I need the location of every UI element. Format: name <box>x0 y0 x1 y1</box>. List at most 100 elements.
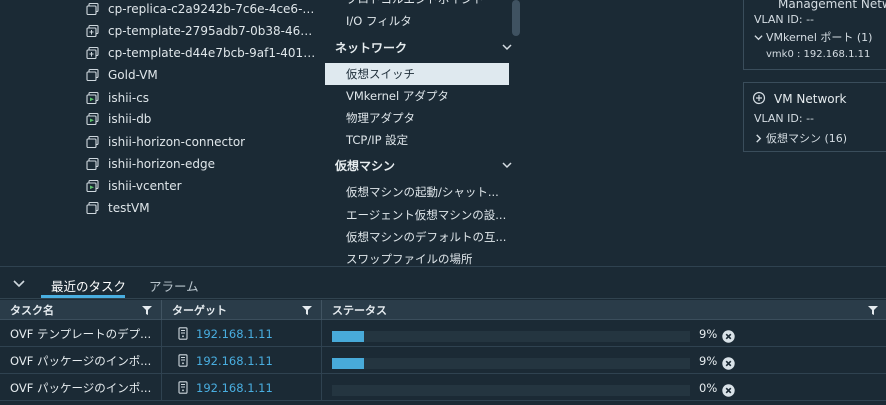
recent-tasks-panel: 最近のタスク アラーム タスク名 ターゲット ステータス OVF テンプレートの… <box>0 266 886 405</box>
column-target-label: ターゲット <box>172 304 227 317</box>
vm-tree-item[interactable]: ishii-horizon-connector <box>86 131 245 153</box>
configure-menu: プロトコルエンドポイント I/O フィルタネットワーク仮想スイッチ VMkernel… <box>325 0 513 266</box>
vm-template-icon <box>86 24 100 38</box>
collapse-panel-icon[interactable] <box>12 276 26 290</box>
task-row[interactable]: OVF パッケージのインポ... 192.168.1.11 0% <box>0 374 886 401</box>
task-row[interactable]: OVF テンプレートのデプ... 192.168.1.11 9% <box>0 320 886 347</box>
task-name-cell: OVF テンプレートのデプ... <box>0 320 162 347</box>
menu-item[interactable]: 仮想マシンの起動/シャット... <box>325 181 509 203</box>
menu-scrollbar[interactable] <box>512 0 520 36</box>
management-network-card[interactable]: Management Network VLAN ID: -- VMkernel … <box>743 0 886 70</box>
menu-section-header[interactable]: 仮想マシン <box>335 153 513 177</box>
cancel-task-icon[interactable] <box>722 328 735 343</box>
menu-item-label: 仮想スイッチ <box>346 67 415 81</box>
target-host-link[interactable]: 192.168.1.11 <box>196 381 273 395</box>
vm-tree-item-label: Gold-VM <box>108 68 158 82</box>
menu-item[interactable]: 仮想マシンのデフォルトの互... <box>325 226 509 248</box>
host-icon <box>178 354 188 367</box>
task-progress-bar <box>332 331 690 342</box>
menu-section-label: 仮想マシン <box>335 158 396 173</box>
task-progress-bar <box>332 385 690 396</box>
column-status[interactable]: ステータス <box>322 300 886 320</box>
vm-tree-item[interactable]: ishii-horizon-edge <box>86 153 215 175</box>
cancel-task-icon[interactable] <box>722 382 735 397</box>
task-row[interactable]: OVF パッケージのインポ... 192.168.1.11 9% <box>0 347 886 374</box>
vm-tree-item[interactable]: ishii-vcenter <box>86 175 182 197</box>
vm-tree-item[interactable]: cp-replica-c2a9242b-7c6e-4ce6-8f6... <box>86 0 318 20</box>
menu-section-header[interactable]: ネットワーク <box>335 35 513 59</box>
vmkernel-ports-label: VMkernel ポート (1) <box>766 31 873 44</box>
task-progress-percent: 9% <box>699 326 718 341</box>
vm-tree-item[interactable]: cp-template-d44e7bcb-9af1-4019-b2... <box>86 42 318 64</box>
chevron-down-icon <box>501 41 513 53</box>
menu-item-label: スワップファイルの場所 <box>346 252 473 266</box>
vlan-id-label: VLAN ID: -- <box>754 112 815 125</box>
vmk-address: vmk0 : 192.168.1.11 <box>766 49 871 60</box>
vmkernel-ports-toggle[interactable]: VMkernel ポート (1) <box>754 29 872 45</box>
vm-powered-on-icon <box>86 179 100 193</box>
menu-item[interactable]: I/O フィルタ <box>325 10 509 32</box>
vm-icon <box>86 201 100 215</box>
vm-tree-item-label: cp-template-d44e7bcb-9af1-4019-b2... <box>108 46 318 60</box>
chevron-right-icon <box>756 133 762 143</box>
vm-tree-item[interactable]: ishii-db <box>86 108 151 130</box>
vm-tree-item[interactable]: testVM <box>86 197 150 219</box>
vm-tree-item[interactable]: cp-template-2795adb7-0b38-46d2-9... <box>86 20 318 42</box>
menu-item-label: プロトコルエンドポイント <box>346 0 484 7</box>
vm-network-card[interactable]: VM Network VLAN ID: -- 仮想マシン (16) <box>743 82 886 152</box>
active-tab-indicator <box>41 295 125 298</box>
vm-template-icon <box>86 46 100 60</box>
tab-recent-tasks[interactable]: 最近のタスク <box>51 276 126 295</box>
chevron-down-icon <box>501 159 513 171</box>
vm-icon <box>86 157 100 171</box>
vm-tree-item-label: cp-replica-c2a9242b-7c6e-4ce6-8f6... <box>108 2 318 16</box>
tab-alarms[interactable]: アラーム <box>149 276 199 295</box>
target-host-link[interactable]: 192.168.1.11 <box>196 354 273 368</box>
column-target[interactable]: ターゲット <box>162 300 322 320</box>
menu-item-label: エージェント仮想マシンの設... <box>346 208 507 222</box>
network-title: VM Network <box>774 92 847 106</box>
menu-item-label: VMkernel アダプタ <box>346 89 449 103</box>
menu-item[interactable]: 仮想スイッチ <box>325 63 509 85</box>
task-progress-bar <box>332 358 690 369</box>
filter-icon[interactable] <box>302 305 312 315</box>
target-host-link[interactable]: 192.168.1.11 <box>196 327 273 341</box>
vm-tree-item-label: ishii-vcenter <box>108 179 182 193</box>
vlan-id-label: VLAN ID: -- <box>754 13 815 26</box>
virtual-machines-toggle[interactable]: 仮想マシン (16) <box>754 130 847 146</box>
task-progress-percent: 9% <box>699 353 718 368</box>
menu-item[interactable]: TCP/IP 設定 <box>325 129 509 151</box>
task-progress-fill <box>332 331 365 342</box>
filter-icon[interactable] <box>142 305 152 315</box>
virtual-machines-label: 仮想マシン (16) <box>766 132 848 145</box>
menu-item-label: I/O フィルタ <box>346 14 412 28</box>
cancel-task-icon[interactable] <box>722 355 735 370</box>
menu-item[interactable]: VMkernel アダプタ <box>325 85 509 107</box>
vm-tree-item-label: cp-template-2795adb7-0b38-46d2-9... <box>108 24 318 38</box>
chevron-down-icon <box>754 34 763 40</box>
vm-tree-item[interactable]: Gold-VM <box>86 64 158 86</box>
vm-inventory-tree: cp-replica-c2a9242b-7c6e-4ce6-8f6... cp-t… <box>0 0 318 266</box>
menu-item[interactable]: 物理アダプタ <box>325 107 509 129</box>
vm-icon <box>86 2 100 16</box>
menu-item-label: TCP/IP 設定 <box>346 133 409 147</box>
task-progress-fill <box>332 358 365 369</box>
vm-tree-item-label: ishii-horizon-edge <box>108 157 215 171</box>
menu-item-label: 物理アダプタ <box>346 111 415 125</box>
vm-tree-item-label: ishii-db <box>108 112 152 126</box>
host-icon <box>178 381 188 394</box>
network-icon <box>752 91 766 105</box>
vm-tree-item-label: ishii-horizon-connector <box>108 135 246 149</box>
vm-powered-on-icon <box>86 112 100 126</box>
vm-tree-item-label: ishii-cs <box>108 91 150 105</box>
task-target-cell: 192.168.1.11 <box>162 320 322 347</box>
vm-powered-on-icon <box>86 91 100 105</box>
vm-tree-item[interactable]: ishii-cs <box>86 87 149 109</box>
menu-item-label: 仮想マシンのデフォルトの互... <box>346 230 507 244</box>
menu-item[interactable]: プロトコルエンドポイント <box>325 0 509 10</box>
menu-item[interactable]: エージェント仮想マシンの設... <box>325 204 509 226</box>
column-task-name[interactable]: タスク名 <box>0 300 162 320</box>
filter-icon[interactable] <box>868 305 878 315</box>
task-grid-header: タスク名 ターゲット ステータス <box>0 300 886 320</box>
task-target-cell: 192.168.1.11 <box>162 347 322 374</box>
